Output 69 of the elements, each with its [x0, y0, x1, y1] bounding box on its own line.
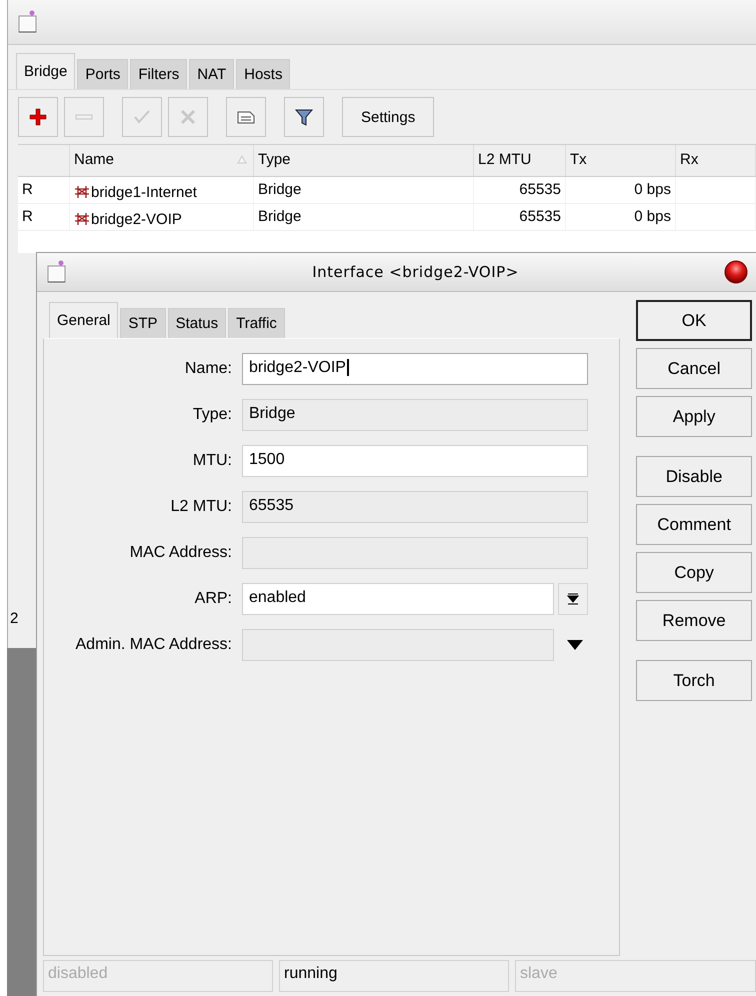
dialog-button[interactable]: OK	[636, 300, 752, 341]
table-cell: R	[18, 177, 70, 203]
dialog-button[interactable]: Disable	[636, 456, 752, 497]
window-icon	[47, 260, 67, 284]
field-label: Type:	[192, 406, 233, 424]
dialog-button[interactable]: Copy	[636, 552, 752, 593]
tab[interactable]: Traffic	[228, 308, 285, 338]
bridge-icon	[74, 185, 90, 199]
add-button[interactable]	[18, 97, 58, 137]
input-field[interactable]: bridge2-VOIP	[242, 353, 588, 385]
filter-icon	[294, 107, 314, 127]
tab[interactable]: Ports	[77, 59, 128, 89]
column-header[interactable]: Type	[258, 151, 291, 168]
field-label: MTU:	[192, 452, 233, 470]
table-cell: Bridge	[254, 177, 474, 203]
bridge-icon	[74, 212, 90, 226]
tab[interactable]: NAT	[189, 59, 234, 89]
column-header[interactable]: Rx	[680, 151, 698, 168]
tab[interactable]: Filters	[130, 59, 188, 89]
plus-icon	[28, 107, 48, 127]
field-label: MAC Address:	[128, 544, 233, 562]
close-button[interactable]	[724, 260, 748, 284]
triangle-down-icon[interactable]	[567, 640, 583, 650]
close-icon	[724, 260, 748, 284]
status-cell: slave	[515, 960, 756, 992]
table-cell: 65535	[474, 204, 566, 230]
dialog-button[interactable]: Remove	[636, 600, 752, 641]
readonly-field: Bridge	[242, 399, 588, 431]
tab[interactable]: STP	[120, 308, 166, 338]
field-label: L2 MTU:	[170, 498, 233, 516]
status-cell: running	[279, 960, 509, 992]
arrow-down-icon	[567, 593, 579, 605]
table-cell: bridge2-VOIP	[91, 210, 182, 228]
window-icon	[18, 10, 38, 34]
dialog-button[interactable]: Apply	[636, 396, 752, 437]
field-label: Admin. MAC Address:	[74, 636, 233, 654]
comment-button[interactable]	[226, 97, 266, 137]
tab[interactable]: Hosts	[236, 59, 290, 89]
dropdown-button[interactable]	[558, 583, 588, 615]
dialog-button[interactable]: Comment	[636, 504, 752, 545]
item-count: 2	[10, 610, 18, 627]
dropdown-field[interactable]: enabled	[242, 583, 554, 615]
sort-arrow-icon	[237, 155, 247, 164]
tab[interactable]: Status	[168, 308, 226, 338]
settings-button[interactable]: Settings	[342, 97, 434, 137]
table-cell: Bridge	[254, 204, 474, 230]
cross-icon	[178, 107, 198, 127]
readonly-field: 65535	[242, 491, 588, 523]
window-title: Interface <bridge2-VOIP>	[311, 263, 520, 281]
table-cell: 0 bps	[566, 177, 676, 203]
column-header[interactable]: L2 MTU	[478, 151, 532, 168]
table-cell: bridge1-Internet	[91, 184, 197, 200]
column-header[interactable]: Name	[74, 151, 114, 168]
table-cell: 65535	[474, 177, 566, 203]
table-cell: R	[18, 204, 70, 230]
column-header[interactable]: Tx	[570, 151, 587, 168]
table-row[interactable]: R bridge2-VOIP Bridge 65535 0 bps	[18, 204, 756, 231]
field-label: Name:	[184, 360, 233, 378]
tab[interactable]: Bridge	[16, 53, 76, 89]
table-cell: 0 bps	[566, 204, 676, 230]
minus-icon	[75, 114, 93, 120]
field-label: ARP:	[194, 590, 233, 608]
table-row[interactable]: R bridge1-Internet Bridge 65535 0 bps	[18, 177, 756, 204]
tab[interactable]: General	[49, 302, 118, 338]
input-field[interactable]: 1500	[242, 445, 588, 477]
filter-button[interactable]	[284, 97, 324, 137]
status-cell: disabled	[43, 960, 273, 992]
dialog-button[interactable]: Torch	[636, 660, 752, 701]
dialog-button[interactable]: Cancel	[636, 348, 752, 389]
